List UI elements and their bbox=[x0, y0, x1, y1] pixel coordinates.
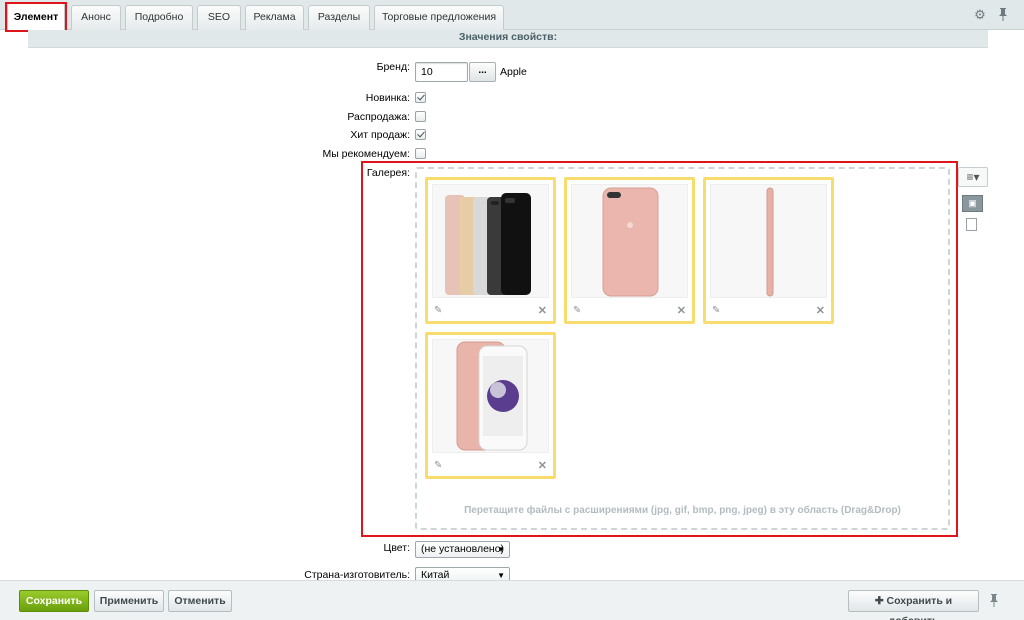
close-icon[interactable]: ✕ bbox=[677, 304, 686, 317]
recommended-checkbox[interactable] bbox=[415, 148, 426, 159]
gallery-dropzone[interactable]: ✎ ✕ ✎ ✕ ✎ ✕ ✎ ✕ Перетащите файлы с расши… bbox=[415, 167, 950, 530]
dropzone-hint: Перетащите файлы с расширениями (jpg, gi… bbox=[464, 505, 901, 516]
edit-icon[interactable]: ✎ bbox=[434, 460, 442, 471]
close-icon[interactable]: ✕ bbox=[538, 304, 547, 317]
close-icon[interactable]: ✕ bbox=[816, 304, 825, 317]
sale-label: Распродажа: bbox=[347, 111, 410, 123]
brand-input[interactable]: 10 bbox=[415, 62, 468, 82]
cancel-button[interactable]: Отменить bbox=[168, 590, 232, 612]
plus-icon: ✚ bbox=[874, 595, 887, 607]
chevron-down-icon: ▼ bbox=[497, 545, 505, 554]
sale-checkbox[interactable] bbox=[415, 111, 426, 122]
pin-icon[interactable] bbox=[989, 594, 999, 610]
save-button[interactable]: Сохранить bbox=[19, 590, 89, 612]
brand-name: Apple bbox=[500, 66, 527, 78]
save-and-add-button[interactable]: ✚ Сохранить и добавить bbox=[848, 590, 979, 620]
image-view-icon[interactable]: ▣ bbox=[962, 195, 983, 212]
bestseller-label: Хит продаж: bbox=[350, 129, 410, 141]
iphone-lineup-photo bbox=[432, 184, 549, 298]
edit-icon[interactable]: ✎ bbox=[712, 305, 720, 316]
recommended-label: Мы рекомендуем: bbox=[322, 148, 410, 160]
save-and-add-label: Сохранить и добавить bbox=[886, 595, 953, 620]
apply-button[interactable]: Применить bbox=[94, 590, 164, 612]
file-view-icon[interactable] bbox=[966, 218, 977, 231]
tab-sections[interactable]: Разделы bbox=[308, 5, 370, 30]
section-title: Значения свойств: bbox=[28, 30, 988, 48]
bestseller-checkbox[interactable] bbox=[415, 129, 426, 140]
tab-bar: Элемент Анонс Подробно SEO Реклама Разде… bbox=[0, 0, 1024, 31]
close-icon[interactable]: ✕ bbox=[538, 459, 547, 472]
gallery-image-item[interactable]: ✎ ✕ bbox=[425, 177, 556, 324]
edit-icon[interactable]: ✎ bbox=[434, 305, 442, 316]
color-label: Цвет: bbox=[383, 542, 410, 554]
tab-offers[interactable]: Торговые предложения bbox=[374, 5, 504, 30]
color-select[interactable]: (не установлено) ▼ bbox=[415, 541, 510, 558]
tab-details[interactable]: Подробно bbox=[125, 5, 193, 30]
tab-ads[interactable]: Реклама bbox=[245, 5, 304, 30]
novelty-label: Новинка: bbox=[365, 92, 410, 104]
gallery-image-item[interactable]: ✎ ✕ bbox=[425, 332, 556, 479]
iphone-side-rose-photo bbox=[710, 184, 827, 298]
color-select-value: (не установлено) bbox=[421, 543, 505, 555]
action-bar: Сохранить Применить Отменить ✚ Сохранить… bbox=[0, 580, 1024, 620]
tab-announce[interactable]: Анонс bbox=[71, 5, 121, 30]
menu-icon[interactable]: ≡▾ bbox=[958, 167, 988, 187]
gear-icon[interactable]: ⚙ bbox=[973, 8, 987, 22]
brand-label: Бренд: bbox=[376, 61, 410, 73]
iphone-back-rose-photo bbox=[571, 184, 688, 298]
gallery-image-item[interactable]: ✎ ✕ bbox=[703, 177, 834, 324]
iphone-front-back-rose-photo bbox=[432, 339, 549, 453]
tab-seo[interactable]: SEO bbox=[197, 5, 241, 30]
tab-highlight bbox=[5, 2, 67, 32]
brand-select-button[interactable]: ... bbox=[469, 62, 496, 82]
gallery-image-item[interactable]: ✎ ✕ bbox=[564, 177, 695, 324]
pin-icon[interactable] bbox=[996, 8, 1010, 22]
edit-icon[interactable]: ✎ bbox=[573, 305, 581, 316]
novelty-checkbox[interactable] bbox=[415, 92, 426, 103]
